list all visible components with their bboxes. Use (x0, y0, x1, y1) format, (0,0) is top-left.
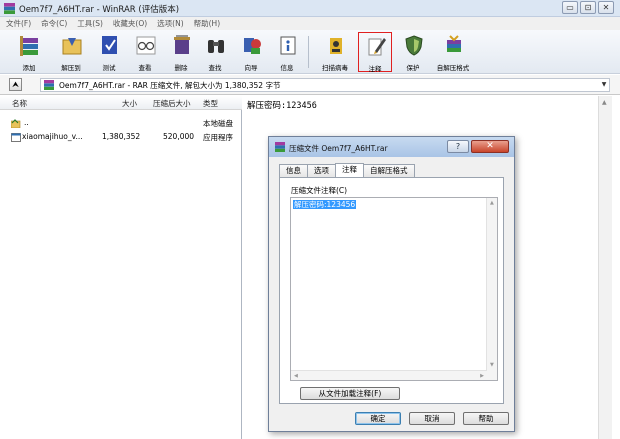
path-field[interactable]: Oem7f7_A6HT.rar - RAR 压缩文件, 解包大小为 1,380,… (40, 78, 610, 92)
comment-label: 注释 (368, 65, 382, 73)
file-name: .. (24, 118, 29, 127)
file-type: 本地磁盘 (203, 119, 233, 128)
dialog-title-bar: 压缩文件 Oem7f7_A6HT.rar ? ✕ (269, 137, 514, 157)
archive-comment-text: 解压密码:123456 (247, 101, 317, 111)
exe-file-icon (11, 133, 21, 142)
toolbar-separator (308, 36, 309, 68)
virus-scan-button[interactable]: 扫描病毒 (318, 32, 352, 72)
delete-icon (174, 35, 190, 54)
comment-textarea[interactable]: 解压密码:123456 ▲ ▼ ◀ ▶ (290, 197, 498, 381)
comment-field-label: 压缩文件注释(C) (291, 186, 348, 195)
info-button[interactable]: 信息 (270, 32, 304, 72)
maximize-button[interactable]: ⊡ (580, 1, 596, 14)
selected-comment-text: 解压密码:123456 (293, 200, 357, 209)
dialog-tabs: 信息 选项 注释 自解压格式 (279, 163, 415, 177)
chevron-down-icon[interactable]: ▼ (600, 81, 608, 90)
find-button[interactable]: 查找 (198, 32, 232, 72)
add-button[interactable]: 添加 (12, 32, 46, 72)
sfx-button[interactable]: 自解压格式 (436, 32, 470, 72)
column-packed[interactable]: 压缩后大小 (153, 98, 191, 109)
comment-button[interactable]: 注释 (358, 32, 392, 73)
scroll-left-icon[interactable]: ◀ (294, 373, 298, 379)
file-size: 1,380,352 (102, 132, 141, 141)
folder-extract-icon (62, 38, 82, 55)
menu-file[interactable]: 文件(F) (6, 17, 31, 30)
minimize-button[interactable]: ▭ (562, 1, 578, 14)
tab-options[interactable]: 选项 (307, 164, 336, 177)
title-bar: Oem7f7_A6HT.rar - WinRAR (评估版本) ▭ ⊡ ✕ (0, 0, 620, 17)
menu-help[interactable]: 帮助(H) (194, 17, 221, 30)
add-label: 添加 (22, 64, 36, 72)
sfx-icon (447, 35, 461, 52)
file-list-header: 名称 大小 压缩后大小 类型 (0, 96, 242, 110)
column-type[interactable]: 类型 (203, 98, 218, 109)
column-name[interactable]: 名称 (12, 98, 27, 109)
comment-pen-icon (368, 38, 386, 56)
menu-commands[interactable]: 命令(C) (41, 17, 67, 30)
comment-horizontal-scrollbar[interactable]: ◀ ▶ (291, 370, 487, 380)
winrar-app-icon (4, 3, 15, 14)
comment-pane-scrollbar[interactable]: ▲ (598, 96, 612, 439)
tab-comment[interactable]: 注释 (335, 163, 364, 177)
table-row[interactable]: .. 本地磁盘 (0, 117, 242, 129)
test-book-icon (102, 36, 117, 54)
binoculars-icon (208, 40, 224, 53)
protect-button[interactable]: 保护 (396, 32, 430, 72)
test-button[interactable]: 测试 (92, 32, 126, 72)
wizard-button[interactable]: 向导 (234, 32, 268, 72)
file-packed-size: 520,000 (163, 132, 195, 141)
menu-tools[interactable]: 工具(S) (77, 17, 103, 30)
ok-button[interactable]: 确定 (355, 412, 401, 425)
extract-to-label: 解压到 (61, 64, 81, 72)
table-row[interactable]: xiaomajihuo_v... 1,380,352 520,000 应用程序 (0, 131, 242, 143)
column-size[interactable]: 大小 (122, 98, 137, 109)
scroll-up-icon[interactable]: ▲ (490, 200, 494, 206)
dialog-help-button[interactable]: ? (447, 140, 469, 153)
archive-dialog: 压缩文件 Oem7f7_A6HT.rar ? ✕ 信息 选项 注释 自解压格式 … (268, 136, 515, 432)
close-window-button[interactable]: ✕ (598, 1, 614, 14)
scroll-down-icon[interactable]: ▼ (490, 362, 494, 368)
wizard-icon (244, 38, 261, 54)
books-add-icon (20, 36, 38, 56)
virus-scan-icon (330, 38, 342, 54)
delete-button[interactable]: 删除 (164, 32, 198, 72)
window-title: Oem7f7_A6HT.rar - WinRAR (评估版本) (19, 5, 180, 15)
extract-to-button[interactable]: 解压到 (54, 32, 88, 72)
shield-icon (405, 35, 423, 56)
tab-info[interactable]: 信息 (279, 164, 308, 177)
dialog-title: 压缩文件 Oem7f7_A6HT.rar (289, 144, 388, 153)
load-comment-from-file-button[interactable]: 从文件加载注释(F) (300, 387, 400, 400)
info-icon (280, 36, 296, 55)
comment-tab-panel: 压缩文件注释(C) 解压密码:123456 ▲ ▼ ◀ ▶ 从文件加载注释(F) (279, 177, 504, 404)
comment-vertical-scrollbar[interactable]: ▲ ▼ (486, 198, 497, 380)
cancel-button[interactable]: 取消 (409, 412, 455, 425)
view-button[interactable]: 查看 (128, 32, 162, 72)
sfx-label: 自解压格式 (436, 64, 470, 72)
path-text: Oem7f7_A6HT.rar - RAR 压缩文件, 解包大小为 1,380,… (59, 81, 281, 90)
rar-archive-icon (44, 80, 54, 90)
info-label: 信息 (280, 64, 294, 72)
virus-scan-label: 扫描病毒 (322, 64, 348, 72)
file-type: 应用程序 (203, 133, 233, 142)
file-name: xiaomajihuo_v... (22, 132, 83, 141)
address-bar: ⮝ Oem7f7_A6HT.rar - RAR 压缩文件, 解包大小为 1,38… (0, 75, 620, 95)
file-list: 名称 大小 压缩后大小 类型 .. 本地磁盘 xiaomajihuo_v... … (0, 96, 242, 439)
menu-bar: 文件(F) 命令(C) 工具(S) 收藏夹(O) 选项(N) 帮助(H) (0, 17, 620, 30)
rar-archive-icon (275, 142, 285, 152)
parent-folder-icon (11, 119, 21, 128)
menu-options[interactable]: 选项(N) (157, 17, 183, 30)
menu-favorites[interactable]: 收藏夹(O) (113, 17, 147, 30)
dialog-close-button[interactable]: ✕ (471, 140, 509, 153)
scroll-up-icon[interactable]: ▲ (602, 99, 607, 106)
toolbar: 添加 解压到 测试 查看 删除 查找 向导 信息 扫描病毒 注释 保护 自解压格… (0, 30, 620, 74)
glasses-view-icon (136, 36, 156, 55)
help-button[interactable]: 帮助 (463, 412, 509, 425)
up-folder-button[interactable]: ⮝ (9, 78, 22, 91)
protect-label: 保护 (406, 64, 420, 72)
scroll-right-icon[interactable]: ▶ (480, 373, 484, 379)
tab-sfx[interactable]: 自解压格式 (363, 164, 415, 177)
